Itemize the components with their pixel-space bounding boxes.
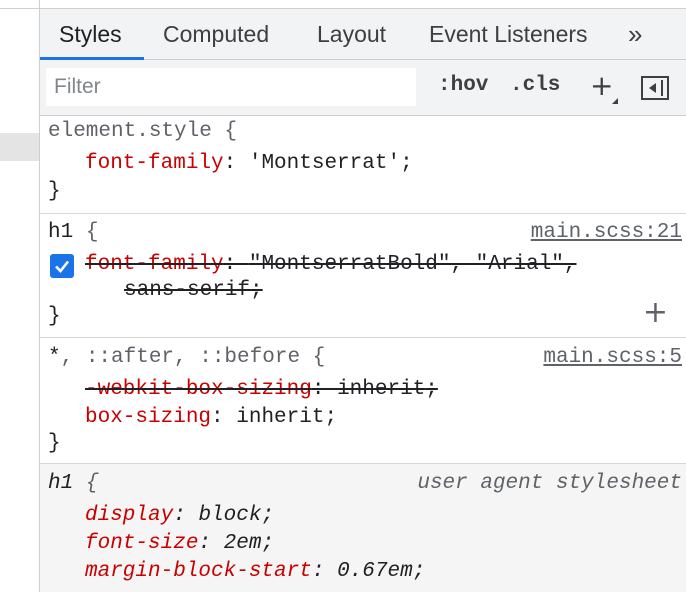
add-declaration-plus-icon[interactable]: + <box>643 298 668 328</box>
property-name[interactable]: box-sizing <box>85 406 211 429</box>
property-value-continued[interactable]: sans-serif <box>124 279 250 302</box>
rule-element-style: element.style { font-family: 'Montserrat… <box>40 116 686 214</box>
rule-selector[interactable]: element.style <box>48 120 212 143</box>
checkmark-icon <box>55 260 70 273</box>
more-tabs-chevron-icon[interactable]: » <box>628 9 642 60</box>
rule-user-agent: h1 { user agent stylesheet display: bloc… <box>40 464 686 592</box>
elements-panel-edge <box>0 0 40 592</box>
property-value[interactable]: inherit <box>236 406 324 429</box>
tab-styles[interactable]: Styles <box>59 9 122 60</box>
new-style-rule-button[interactable]: + <box>586 68 618 106</box>
toggle-sidebar-icon[interactable] <box>641 76 669 100</box>
property-name: margin-block-start <box>85 560 312 583</box>
property-value: 0.67em <box>337 560 413 583</box>
rule-close-brace: } <box>48 180 61 203</box>
property-name: display <box>85 504 174 527</box>
declaration-overridden: font-family: "MontserratBold", "Arial", <box>85 253 577 276</box>
property-name[interactable]: font-family <box>85 253 224 276</box>
declaration: margin-block-start: 0.67em; <box>85 560 426 583</box>
rule-selector: h1 <box>48 472 74 495</box>
filter-input[interactable] <box>46 68 416 106</box>
property-value[interactable]: inherit <box>337 378 425 401</box>
rule-selector-pseudo[interactable]: , ::after, ::before <box>61 346 300 369</box>
declaration: box-sizing: inherit; <box>85 406 338 429</box>
rule-close-brace: } <box>48 432 61 455</box>
cls-button[interactable]: .cls <box>510 74 560 97</box>
user-agent-stylesheet-label: user agent stylesheet <box>417 472 682 495</box>
source-link[interactable]: main.scss:21 <box>531 219 682 247</box>
declaration-checkbox[interactable] <box>50 254 74 278</box>
rule-selector[interactable]: h1 <box>48 221 73 244</box>
tab-event-listeners[interactable]: Event Listeners <box>429 9 588 60</box>
rule-h1-author: h1 { main.scss:21 font-family: "Montserr… <box>40 214 686 338</box>
property-value: 2em <box>223 532 262 555</box>
tab-computed[interactable]: Computed <box>163 9 269 60</box>
property-value[interactable]: "MontserratBold", "Arial", <box>249 253 577 276</box>
plus-icon: + <box>590 69 614 102</box>
source-link[interactable]: main.scss:5 <box>543 344 682 372</box>
property-name: font-size <box>85 532 199 555</box>
rule-selector-star[interactable]: * <box>48 346 61 369</box>
rule-close-brace: } <box>48 305 61 328</box>
tab-layout[interactable]: Layout <box>317 9 386 60</box>
declaration-overridden: -webkit-box-sizing: inherit; <box>85 378 438 401</box>
tab-bar: Styles Computed Layout Event Listeners » <box>40 8 686 60</box>
property-name[interactable]: font-family <box>85 152 224 175</box>
styles-toolbar: :hov .cls + <box>40 60 686 116</box>
rule-universal: *, ::after, ::before { main.scss:5 -webk… <box>40 338 686 464</box>
elements-selected-row[interactable] <box>0 133 40 161</box>
menu-corner-icon <box>612 98 618 104</box>
styles-pane: Styles Computed Layout Event Listeners »… <box>40 0 686 592</box>
property-value[interactable]: 'Montserrat' <box>249 152 400 175</box>
declaration: font-size: 2em; <box>85 532 275 555</box>
hov-button[interactable]: :hov <box>438 74 488 97</box>
declaration: display: block; <box>85 504 275 527</box>
property-name[interactable]: -webkit-box-sizing <box>85 378 312 401</box>
property-value: block <box>198 504 262 527</box>
elements-panel-topline <box>0 8 40 9</box>
declaration: font-family: 'Montserrat'; <box>85 152 413 175</box>
